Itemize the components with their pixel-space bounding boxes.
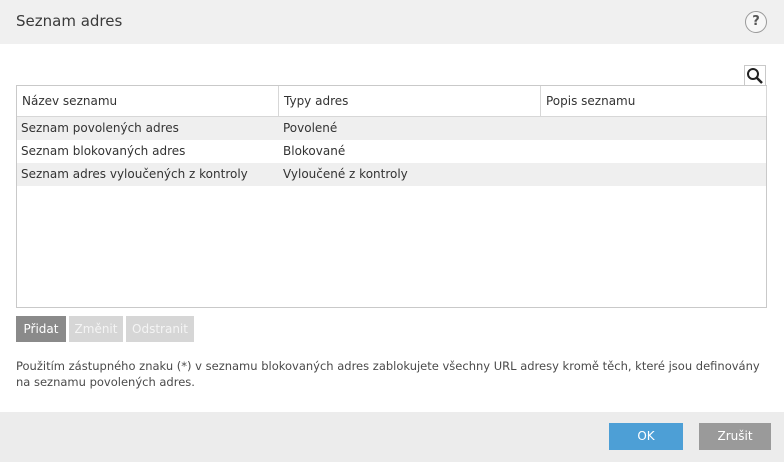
cell-type: Blokované	[283, 144, 346, 158]
cancel-button[interactable]: Zrušit	[699, 423, 771, 450]
table-row[interactable]: Seznam adres vyloučených z kontroly Vylo…	[17, 163, 766, 186]
search-icon[interactable]	[744, 65, 766, 87]
edit-button[interactable]: Změnit	[69, 316, 123, 342]
address-list-table: Název seznamu Typy adres Popis seznamu S…	[16, 85, 767, 308]
add-button[interactable]: Přidat	[16, 316, 66, 342]
cell-type: Povolené	[283, 121, 338, 135]
dialog-title: Seznam adres	[16, 12, 123, 30]
column-header-description[interactable]: Popis seznamu	[541, 86, 767, 116]
remove-button[interactable]: Odstranit	[126, 316, 194, 342]
table-row[interactable]: Seznam blokovaných adres Blokované	[17, 140, 766, 163]
cell-type: Vyloučené z kontroly	[283, 167, 408, 181]
table-row[interactable]: Seznam povolených adres Povolené	[17, 117, 766, 140]
wildcard-note: Použitím zástupného znaku (*) v seznamu …	[16, 359, 760, 389]
help-icon[interactable]: ?	[745, 11, 767, 33]
column-header-type[interactable]: Typy adres	[279, 86, 541, 116]
cell-name: Seznam blokovaných adres	[21, 144, 186, 158]
title-bar: Seznam adres ?	[0, 0, 784, 44]
column-header-name[interactable]: Název seznamu	[17, 86, 279, 116]
cell-name: Seznam povolených adres	[21, 121, 179, 135]
cell-name: Seznam adres vyloučených z kontroly	[21, 167, 248, 181]
ok-button[interactable]: OK	[609, 423, 683, 450]
table-header: Název seznamu Typy adres Popis seznamu	[17, 86, 767, 117]
